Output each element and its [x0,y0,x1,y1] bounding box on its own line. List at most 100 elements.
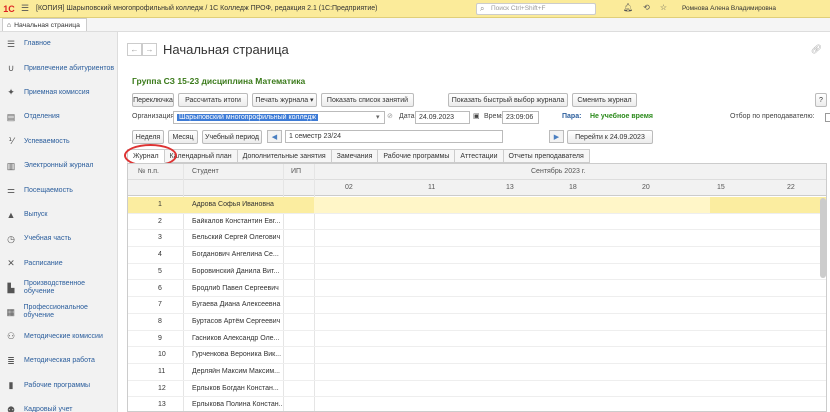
content-tab[interactable]: Дополнительные занятия [237,149,332,163]
teacher-filter-checkbox[interactable] [825,113,830,122]
menu-icon: ☰ [6,38,16,49]
row-number: 11 [158,368,166,375]
title-bar: 1С ☰ [КОПИЯ] Шарыповский многопрофильный… [0,0,830,18]
sidebar-item[interactable]: ✦ Приемная комиссия [0,81,117,105]
student-name: Бельский Сергей Олегович [192,234,281,242]
row-number: 10 [158,351,166,359]
org-dropdown-icon[interactable]: ▾ [376,113,380,121]
help-button[interactable]: ? [815,93,827,107]
sidebar-item[interactable]: ◷ Учебная часть [0,227,117,251]
sidebar-item-label: Главное [24,40,51,48]
main-menu-icon[interactable]: ☰ [18,3,32,14]
table-row[interactable]: 9 Гасников Александр Оле... [128,331,826,348]
content-tab[interactable]: Календарный план [164,149,238,163]
table-row[interactable]: 6 Бродлиб Павел Сергеевич [128,281,826,298]
window-title: [КОПИЯ] Шарыповский многопрофильный колл… [36,5,378,12]
table-row[interactable]: 7 Бугаева Диана Алексеевна [128,297,826,314]
content-tab[interactable]: Рабочие программы [378,149,456,163]
sidebar-item[interactable]: ⅟ Успеваемость [0,130,117,154]
table-row[interactable]: 3 Бельский Сергей Олегович [128,230,826,248]
factory-icon: ▙ [7,282,15,293]
table-row[interactable]: 8 Буртасов Артём Сергеевич [128,314,826,331]
user-name[interactable]: Ромнова Алена Владимировна [682,5,776,12]
content-tab[interactable]: Отчеты преподавателя [503,149,590,163]
date-field[interactable]: 24.09.2023 [415,111,470,124]
search-placeholder: Поиск Ctrl+Shift+F [491,5,546,12]
table-row[interactable]: 13 Ерлыкова Полина Констан... [128,397,826,411]
tab-home[interactable]: ⌂ Начальная страница [2,18,87,31]
main-content: ← → Начальная страница 🔗︎ Группа СЗ 15-2… [118,32,830,412]
sidebar-item[interactable]: ▮ Рабочие программы [0,373,117,397]
sidebar-item[interactable]: ☰ Главное [0,32,117,56]
semester-field[interactable]: 1 семестр 23/24 [285,130,503,143]
student-name: Богданович Ангелина Се... [192,251,279,259]
star-icon[interactable]: ☆ [660,3,667,12]
org-field[interactable]: Шарыповский многопрофильный колледж [173,111,385,124]
change-journal-button[interactable]: Сменить журнал [572,93,637,107]
sidebar-item-label: Профессиональное обучение [23,304,88,320]
header-num: № п.п. [138,168,159,175]
student-name: Буртасов Артём Сергеевич [192,317,281,325]
student-name: Адрова Софья Ивановна [192,201,274,208]
sidebar-item-label: Выпуск [24,210,48,218]
table-row[interactable]: 2 Байкалов Константин Евг... [128,214,826,231]
day-header: 13 [506,184,514,191]
prev-period-icon[interactable]: ◀ [267,130,282,143]
print-journal-button[interactable]: Печать журнала ▾ [252,93,317,107]
sidebar-item[interactable]: ▲ Выпуск [0,203,117,227]
sidebar-item[interactable]: ⚌ Посещаемость [0,178,117,202]
content-tab[interactable]: Аттестации [455,149,504,163]
content-tabs: Журнал Календарный план Дополнительные зан… [127,149,590,163]
header-student: Студент [192,168,219,175]
table-row[interactable]: 10 Гурченкова Вероника Вик... [128,347,826,364]
pair-value: Не учебное время [590,113,653,120]
history-icon[interactable]: ⟲ [643,3,650,12]
next-period-icon[interactable]: ▶ [549,130,564,143]
selected-date-cells[interactable] [314,197,710,213]
grid-scrollbar[interactable] [820,198,826,278]
row-number: 4 [158,251,162,259]
quick-select-button[interactable]: Показать быстрый выбор журнала [448,93,568,107]
table-row[interactable]: 5 Боровинский Данила Вит... [128,264,826,281]
sidebar-item[interactable]: ▤ Отделения [0,105,117,129]
sidebar-item[interactable]: ∪ Привлечение абитуриентов [0,56,117,80]
forward-arrow-icon[interactable]: → [142,43,157,56]
pair-label: Пара: [562,113,582,120]
window-tab-bar: ⌂ Начальная страница [0,18,830,32]
link-icon[interactable]: 🔗︎ [811,44,822,55]
schedule-icon: ✕ [7,258,15,269]
table-row[interactable]: 12 Ерлыков Богдан Констан... [128,381,826,398]
global-search-input[interactable]: ⌕ Поиск Ctrl+Shift+F [476,3,596,15]
sidebar-item-label: Учебная часть [24,235,72,243]
calc-totals-button[interactable]: Рассчитать итоги [178,93,248,107]
week-button[interactable]: Неделя [132,130,164,144]
sidebar-item[interactable]: ⚇ Методические комиссии [0,325,117,349]
sidebar-item[interactable]: ⚉ Кадровый учет [0,398,117,412]
sidebar-item[interactable]: ▙ Производственное обучение [0,276,117,300]
sidebar-item[interactable]: ✕ Расписание [0,252,117,276]
table-row[interactable]: 11 Дерляйн Максим Максим... [128,364,826,381]
grid-header-days: 02 11 13 18 20 15 22 [128,180,826,196]
sidebar-item-label: Успеваемость [24,137,70,145]
open-link-icon[interactable]: ⊘ [387,112,393,120]
sidebar-item[interactable]: ≣ Методическая работа [0,349,117,373]
day-header: 18 [569,184,577,191]
table-row[interactable]: 1 Адрова Софья Ивановна [128,197,826,214]
sidebar-item[interactable]: ▥ Электронный журнал [0,154,117,178]
month-button[interactable]: Месяц [168,130,198,144]
time-field[interactable]: 23:09:06 [502,111,539,124]
sidebar-item-label: Посещаемость [24,186,73,194]
back-arrow-icon[interactable]: ← [127,43,142,56]
table-row[interactable]: 4 Богданович Ангелина Се... [128,247,826,264]
content-tab[interactable]: Журнал [127,149,165,163]
sidebar-item[interactable]: ▦ Профессиональное обучение [0,300,117,324]
teacher-filter-label: Отбор по преподавателю: [730,113,815,120]
bell-icon[interactable]: 🔔︎ [623,3,633,12]
period-button[interactable]: Учебный период [202,130,262,144]
show-lessons-button[interactable]: Показать список занятий [321,93,414,107]
sidebar-item-label: Методическая работа [24,357,95,365]
goto-date-button[interactable]: Перейти к 24.09.2023 [567,130,653,144]
content-tab[interactable]: Замечания [331,149,379,163]
switch-button[interactable]: Переключка [132,93,174,107]
calendar-icon[interactable]: ▣ [473,112,480,120]
